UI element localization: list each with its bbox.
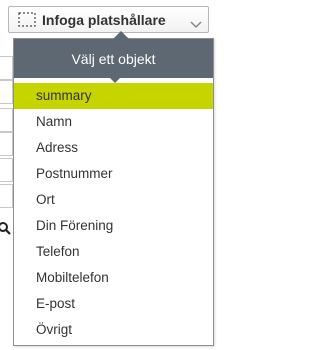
placeholder-dropdown-panel: Välj ett objekt summary Namn Adress Post… [13, 31, 214, 346]
background-field [0, 132, 13, 156]
header-tick [110, 78, 120, 83]
panel-header: Välj ett objekt [14, 39, 213, 83]
option-din-forening[interactable]: Din Förening [14, 213, 213, 239]
stage: Infoga platshållare Välj ett objekt summ… [0, 0, 218, 350]
chevron-down-icon [190, 15, 202, 29]
panel-pointer [113, 31, 129, 39]
option-mobiltelefon[interactable]: Mobiltelefon [14, 265, 213, 291]
background-field [0, 56, 13, 80]
background-field [0, 108, 13, 132]
option-namn[interactable]: Namn [14, 109, 213, 135]
option-ort[interactable]: Ort [14, 187, 213, 213]
panel-title: Välj ett objekt [71, 50, 156, 67]
option-telefon[interactable]: Telefon [14, 239, 213, 265]
insert-placeholder-label: Infoga platshållare [42, 11, 166, 28]
option-summary[interactable]: summary [14, 83, 213, 109]
option-ovrigt[interactable]: Övrigt [14, 317, 213, 343]
option-e-post[interactable]: E-post [14, 291, 213, 317]
placeholder-dashed-box-icon [18, 12, 36, 27]
option-adress[interactable]: Adress [14, 135, 213, 161]
option-list: summary Namn Adress Postnummer Ort Din F… [14, 78, 213, 343]
background-field [0, 158, 13, 182]
background-field [0, 184, 13, 208]
insert-placeholder-button[interactable]: Infoga platshållare [8, 6, 209, 33]
background-field [0, 80, 13, 104]
search-icon [0, 221, 12, 237]
option-postnummer[interactable]: Postnummer [14, 161, 213, 187]
